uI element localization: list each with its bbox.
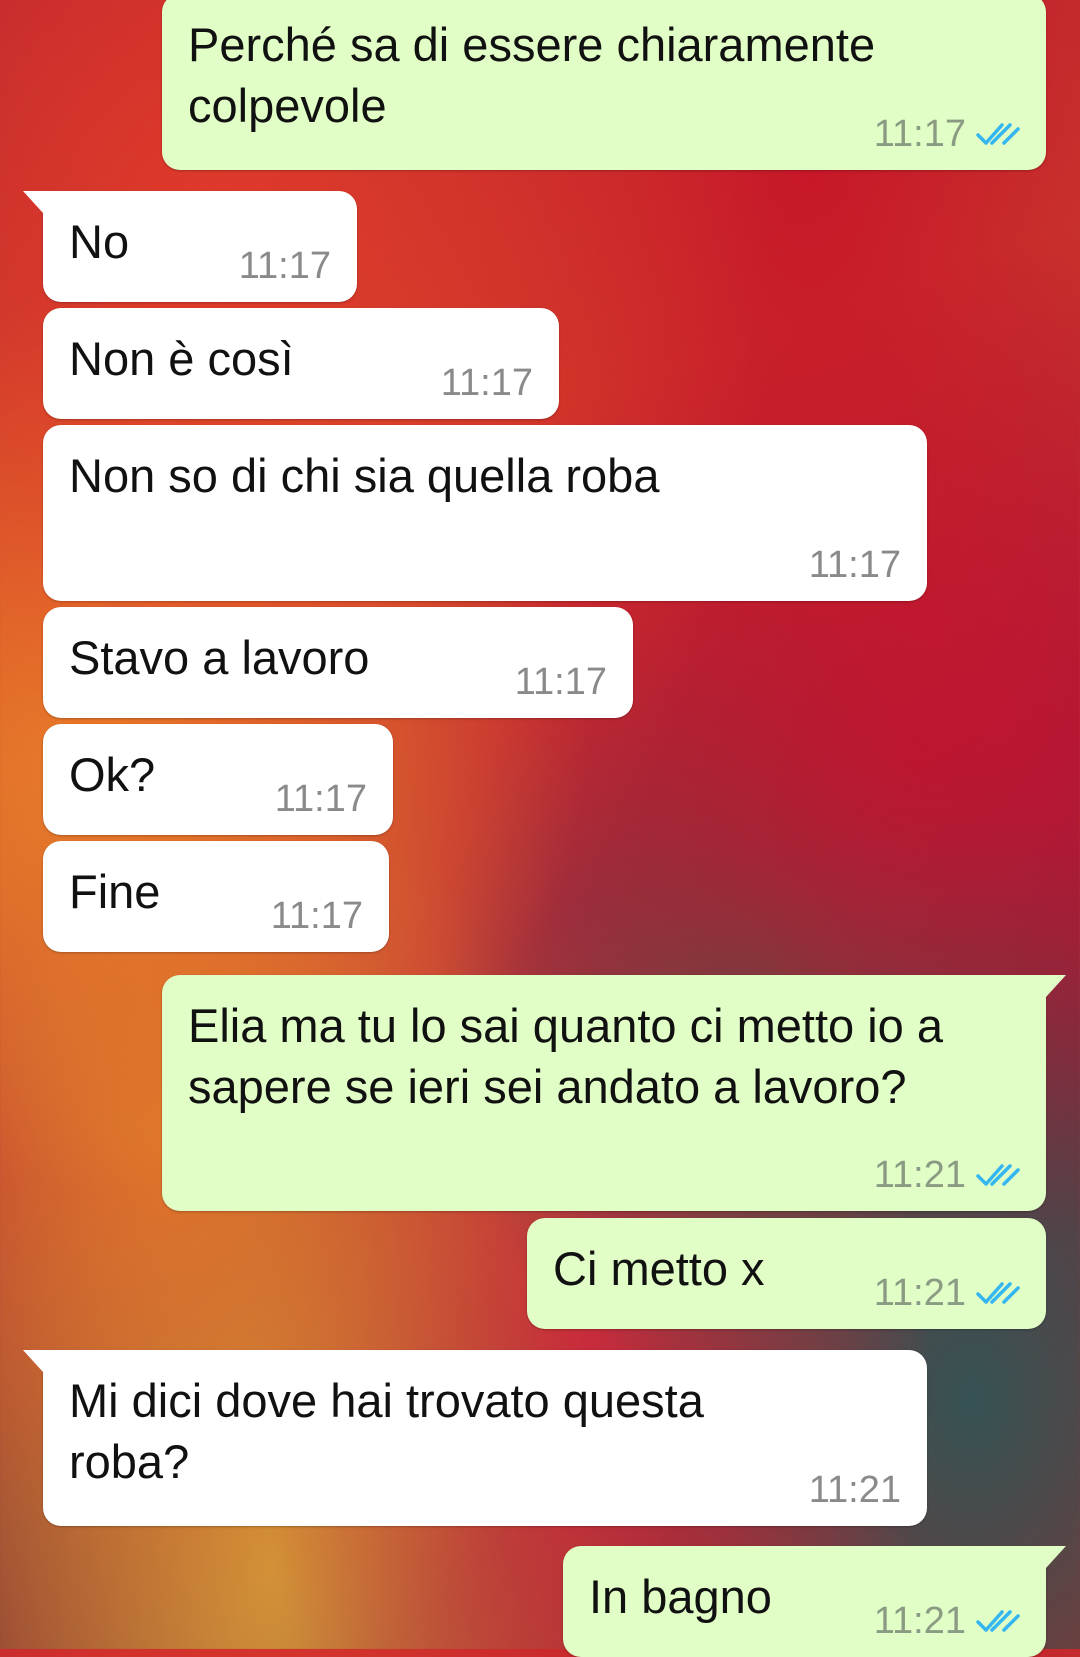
message-text: Mi dici dove hai trovato questa roba? — [69, 1374, 704, 1488]
message-bubble-outgoing[interactable]: Perché sa di essere chiaramente colpevol… — [162, 0, 1046, 170]
chat-background: Perché sa di essere chiaramente colpevol… — [0, 0, 1080, 1657]
message-text: Elia ma tu lo sai quanto ci metto io a s… — [188, 999, 944, 1113]
message-meta: 11:21 — [874, 1601, 1020, 1641]
message-meta: 11:17 — [809, 545, 901, 585]
message-time: 11:17 — [873, 113, 966, 155]
double-check-icon — [976, 1282, 1020, 1304]
message-bubble-incoming[interactable]: Stavo a lavoro 11:17 — [43, 607, 633, 718]
message-bubble-incoming[interactable]: Non so di chi sia quella roba 11:17 — [43, 425, 927, 601]
message-meta: 11:21 — [874, 1273, 1020, 1313]
message-meta: 11:21 — [874, 1155, 1020, 1195]
message-meta: 11:17 — [275, 779, 367, 819]
message-time: 11:17 — [514, 661, 607, 703]
double-check-icon — [976, 1610, 1020, 1632]
message-meta: 11:21 — [809, 1470, 901, 1510]
message-meta: 11:17 — [874, 114, 1020, 154]
double-check-icon — [976, 1164, 1020, 1186]
double-check-icon — [976, 123, 1020, 145]
message-time: 11:17 — [238, 245, 331, 287]
message-text: Perché sa di essere chiaramente colpevol… — [188, 18, 876, 132]
message-time: 11:17 — [440, 362, 533, 404]
message-bubble-incoming[interactable]: Mi dici dove hai trovato questa roba? 11… — [23, 1350, 927, 1526]
message-time: 11:21 — [873, 1154, 966, 1196]
message-bubble-incoming[interactable]: Fine 11:17 — [43, 841, 389, 952]
message-meta: 11:17 — [441, 363, 533, 403]
message-time: 11:17 — [808, 544, 901, 586]
message-time: 11:21 — [808, 1469, 901, 1511]
message-time: 11:21 — [873, 1600, 966, 1642]
message-time: 11:21 — [873, 1272, 966, 1314]
message-bubble-outgoing[interactable]: Elia ma tu lo sai quanto ci metto io a s… — [162, 975, 1066, 1211]
message-time: 11:17 — [274, 778, 367, 820]
message-text: Non so di chi sia quella roba — [69, 449, 660, 502]
message-bubble-incoming[interactable]: Non è così 11:17 — [43, 308, 559, 419]
message-time: 11:17 — [270, 895, 363, 937]
message-bubble-outgoing[interactable]: Ci metto x 11:21 — [527, 1218, 1046, 1329]
message-meta: 11:17 — [515, 662, 607, 702]
message-bubble-outgoing[interactable]: In bagno 11:21 — [563, 1546, 1066, 1657]
message-bubble-incoming[interactable]: No 11:17 — [23, 191, 357, 302]
message-bubble-incoming[interactable]: Ok? 11:17 — [43, 724, 393, 835]
message-meta: 11:17 — [271, 896, 363, 936]
message-meta: 11:17 — [239, 246, 331, 286]
